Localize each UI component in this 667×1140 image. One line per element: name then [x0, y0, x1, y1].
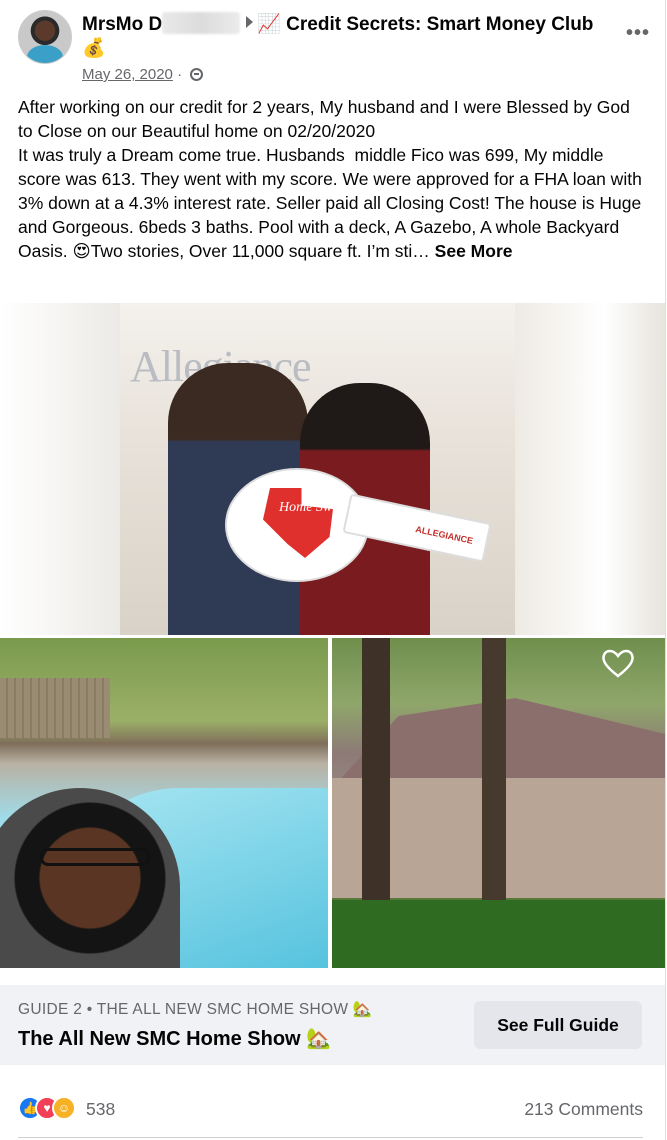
care-reaction-icon[interactable]: ☺ — [52, 1096, 76, 1120]
author-name[interactable]: MrsMo D — [82, 14, 162, 35]
comments-count[interactable]: 213 Comments — [524, 1099, 643, 1120]
see-full-guide-button[interactable]: See Full Guide — [474, 1001, 642, 1049]
globe-icon — [190, 68, 204, 81]
post-meta: May 26, 2020 · — [82, 66, 204, 83]
pillar-right — [515, 303, 665, 635]
author-line: MrsMo D 📈 Credit Secrets: Smart Money Clu… — [82, 12, 602, 61]
glasses — [40, 848, 150, 866]
reaction-count[interactable]: 538 — [86, 1099, 115, 1120]
pillar-left — [0, 303, 120, 635]
guide-kicker: GUIDE 2 • THE ALL NEW SMC HOME SHOW 🏡 — [18, 1001, 373, 1018]
tree-trunk — [482, 638, 506, 928]
caret-right-icon — [246, 16, 254, 28]
photo-house[interactable] — [332, 638, 665, 968]
avatar-shoulders — [27, 45, 63, 63]
lawn — [332, 900, 665, 968]
home-key-sign: Home Sweet Home ALLEGIANCE — [225, 468, 492, 582]
guide-banner[interactable]: GUIDE 2 • THE ALL NEW SMC HOME SHOW 🏡 Th… — [0, 985, 665, 1065]
post-text: After working on our credit for 2 years,… — [18, 95, 648, 263]
post-card: MrsMo D 📈 Credit Secrets: Smart Money Clu… — [0, 0, 666, 1140]
redacted-name-blur — [162, 12, 241, 34]
reactions-bar: 👍 ♥ ☺ 538 213 Comments — [18, 1096, 643, 1126]
photo-closing[interactable]: Allegiance Home Sweet Home ALLEGIANCE — [0, 303, 665, 635]
divider — [18, 1137, 643, 1138]
heart-icon[interactable] — [601, 648, 635, 678]
post-body: After working on our credit for 2 years,… — [18, 97, 642, 261]
fence — [0, 678, 110, 738]
post-header: MrsMo D 📈 Credit Secrets: Smart Money Clu… — [18, 10, 658, 90]
see-more-link[interactable]: See More — [435, 241, 513, 261]
post-date[interactable]: May 26, 2020 — [82, 66, 173, 83]
more-options-icon[interactable]: ••• — [626, 22, 650, 45]
key-text: Home Sweet Home — [279, 500, 386, 515]
tree-trunk — [362, 638, 390, 938]
photo-pool[interactable] — [0, 638, 328, 968]
guide-title[interactable]: The All New SMC Home Show 🏡 — [18, 1026, 331, 1051]
avatar[interactable] — [18, 10, 72, 64]
